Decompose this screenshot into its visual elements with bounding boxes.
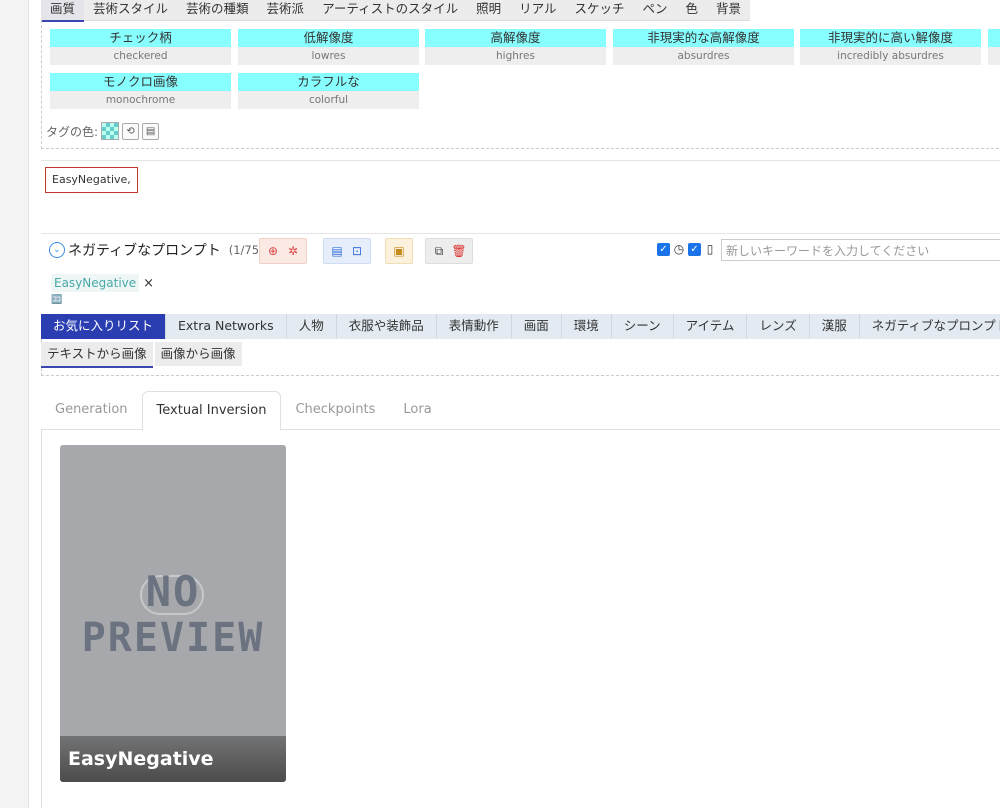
- tab-checkpoints[interactable]: Checkpoints: [281, 391, 389, 429]
- negative-prompt-title: ネガティブなプロンプト: [68, 243, 221, 259]
- tag-english: incredibly absurdres: [800, 47, 981, 65]
- edit-list-icon[interactable]: ▤: [330, 244, 344, 258]
- toolbar-text-group: ▣: [385, 238, 413, 264]
- tag-label: カラフルな: [238, 73, 419, 91]
- tag-english: highres: [425, 47, 606, 65]
- tab-negative-prompt[interactable]: ネガティブなプロンプト: [860, 314, 1000, 339]
- tag-label: チェック柄: [50, 29, 231, 47]
- tab-textual-inversion[interactable]: Textual Inversion: [141, 391, 282, 431]
- category-tab-pen[interactable]: ペン: [634, 0, 677, 20]
- close-icon[interactable]: ×: [143, 276, 154, 291]
- toolbar-translate-group: ⊕ ✲: [259, 238, 307, 264]
- tab-txt2img[interactable]: テキストから画像: [41, 342, 153, 368]
- tag-english: colorful: [238, 91, 419, 109]
- tag-button[interactable]: 非現実的な高解像度 absurdres: [613, 29, 794, 66]
- tag-label: 非現実的に高い解像度: [800, 29, 981, 47]
- tag-button[interactable]: 低解像度 lowres: [238, 29, 419, 66]
- tag-category-bar: 画質 芸術スタイル 芸術の種類 芸術派 アーティストのスタイル 照明 リアル ス…: [41, 0, 751, 22]
- network-card[interactable]: NO PREVIEW EasyNegative: [60, 445, 286, 782]
- tag-label: 非現実的な高解像度: [613, 29, 794, 47]
- tag-button-partial[interactable]: [988, 29, 1000, 66]
- card-name-bar: EasyNegative: [60, 736, 286, 782]
- network-card-area: NO PREVIEW EasyNegative: [41, 429, 1000, 808]
- tag-label: 高解像度: [425, 29, 606, 47]
- tab-hanfu[interactable]: 漢服: [810, 314, 860, 339]
- tag-button[interactable]: チェック柄 checkered: [50, 29, 231, 66]
- tag-button[interactable]: カラフルな colorful: [238, 73, 419, 110]
- no-preview-text: NO: [145, 567, 201, 616]
- category-tab-quality[interactable]: 画質: [41, 0, 85, 22]
- translate-small-icon[interactable]: 🈁: [51, 295, 62, 305]
- negative-prompt-textarea[interactable]: EasyNegative,: [41, 160, 1000, 234]
- keyword-chip[interactable]: EasyNegative ×: [51, 274, 154, 292]
- tab-lens[interactable]: レンズ: [747, 314, 810, 339]
- tab-screen[interactable]: 画面: [512, 314, 562, 339]
- panel-icon: ▯: [706, 242, 714, 256]
- tag-english: absurdres: [613, 47, 794, 65]
- tab-person[interactable]: 人物: [287, 314, 337, 339]
- tab-clothing[interactable]: 衣服や装飾品: [337, 314, 437, 339]
- tag-button[interactable]: モノクロ画像 monochrome: [50, 73, 231, 110]
- gear-icon[interactable]: ✲: [286, 244, 300, 258]
- toolbar-edit-group: ▤ ⊡: [323, 238, 371, 264]
- toolbar-clipboard-group: ⧉ 🗑: [425, 238, 473, 264]
- tab-extra-networks[interactable]: Extra Networks: [166, 314, 287, 339]
- favorites-tab-bar: お気に入りリスト Extra Networks 人物 衣服や装飾品 表情動作 画…: [41, 314, 1000, 339]
- category-tab-art-type[interactable]: 芸術の種類: [177, 0, 258, 20]
- tag-label: 低解像度: [238, 29, 419, 47]
- prompt-text: EasyNegative,: [45, 167, 138, 193]
- checkbox-auto[interactable]: ✓: [657, 242, 670, 256]
- bookmark-icon[interactable]: ⊡: [350, 244, 364, 258]
- tab-item[interactable]: アイテム: [674, 314, 748, 339]
- category-tab-sketch[interactable]: スケッチ: [565, 0, 633, 20]
- tag-color-label: タグの色:: [46, 124, 99, 139]
- tag-english: checkered: [50, 47, 231, 65]
- checkbox-sidebar[interactable]: ✓: [688, 242, 701, 256]
- tab-scene[interactable]: シーン: [612, 314, 674, 339]
- copy-icon[interactable]: ⧉: [432, 244, 446, 258]
- category-tab-artist-style[interactable]: アーティストのスタイル: [313, 0, 467, 20]
- category-tab-art-style[interactable]: 芸術スタイル: [84, 0, 177, 20]
- tab-lora[interactable]: Lora: [389, 391, 445, 429]
- color-picker-swatch[interactable]: [101, 122, 120, 140]
- globe-icon[interactable]: ⊕: [266, 244, 280, 258]
- tab-environment[interactable]: 環境: [562, 314, 612, 339]
- tag-button[interactable]: 非現実的に高い解像度 incredibly absurdres: [800, 29, 981, 66]
- tag-button[interactable]: 高解像度 highres: [425, 29, 606, 66]
- favorites-sub-tabs: テキストから画像 画像から画像: [41, 342, 242, 368]
- category-tab-color[interactable]: 色: [677, 0, 708, 20]
- category-tab-realistic[interactable]: リアル: [510, 0, 565, 20]
- no-preview-text-2: PREVIEW: [81, 615, 265, 661]
- chip-label: EasyNegative: [51, 274, 140, 292]
- tab-favorites[interactable]: お気に入りリスト: [41, 314, 167, 339]
- clock-icon: ◷: [673, 242, 685, 256]
- main-page: 画質 芸術スタイル 芸術の種類 芸術派 アーティストのスタイル 照明 リアル ス…: [28, 0, 1000, 808]
- category-tab-lighting[interactable]: 照明: [467, 0, 510, 20]
- tag-color-row: タグの色: ⟲ ▤: [46, 122, 160, 140]
- tag-label: モノクロ画像: [50, 73, 231, 91]
- tag-english: lowres: [238, 47, 419, 65]
- tag-label-partial: [988, 29, 1000, 47]
- text-convert-icon[interactable]: ▣: [392, 244, 406, 258]
- option-checkboxes: ✓ ◷ ✓ ▯: [657, 242, 717, 256]
- tag-english-partial: [988, 47, 1000, 65]
- reset-color-icon[interactable]: ⟲: [122, 122, 140, 140]
- chevron-down-icon[interactable]: ⌄: [49, 242, 65, 258]
- tag-english: monochrome: [50, 91, 231, 109]
- tab-img2img[interactable]: 画像から画像: [154, 342, 242, 366]
- tab-generation[interactable]: Generation: [41, 391, 142, 429]
- new-keyword-input[interactable]: 新しいキーワードを入力してください: [721, 239, 1000, 261]
- category-tab-art-school[interactable]: 芸術派: [258, 0, 314, 20]
- tag-panel: チェック柄 checkered 低解像度 lowres 高解像度 highres 非現…: [41, 20, 1000, 149]
- save-color-icon[interactable]: ▤: [142, 122, 160, 140]
- card-name: EasyNegative: [68, 748, 214, 770]
- tab-expression[interactable]: 表情動作: [437, 314, 512, 339]
- category-tab-background[interactable]: 背景: [707, 0, 750, 20]
- negative-prompt-header[interactable]: ⌄ ネガティブなプロンプト (1/75): [49, 240, 264, 260]
- trash-icon[interactable]: 🗑: [451, 244, 466, 258]
- extra-network-tabs: Generation Textual Inversion Checkpoints…: [41, 391, 1000, 431]
